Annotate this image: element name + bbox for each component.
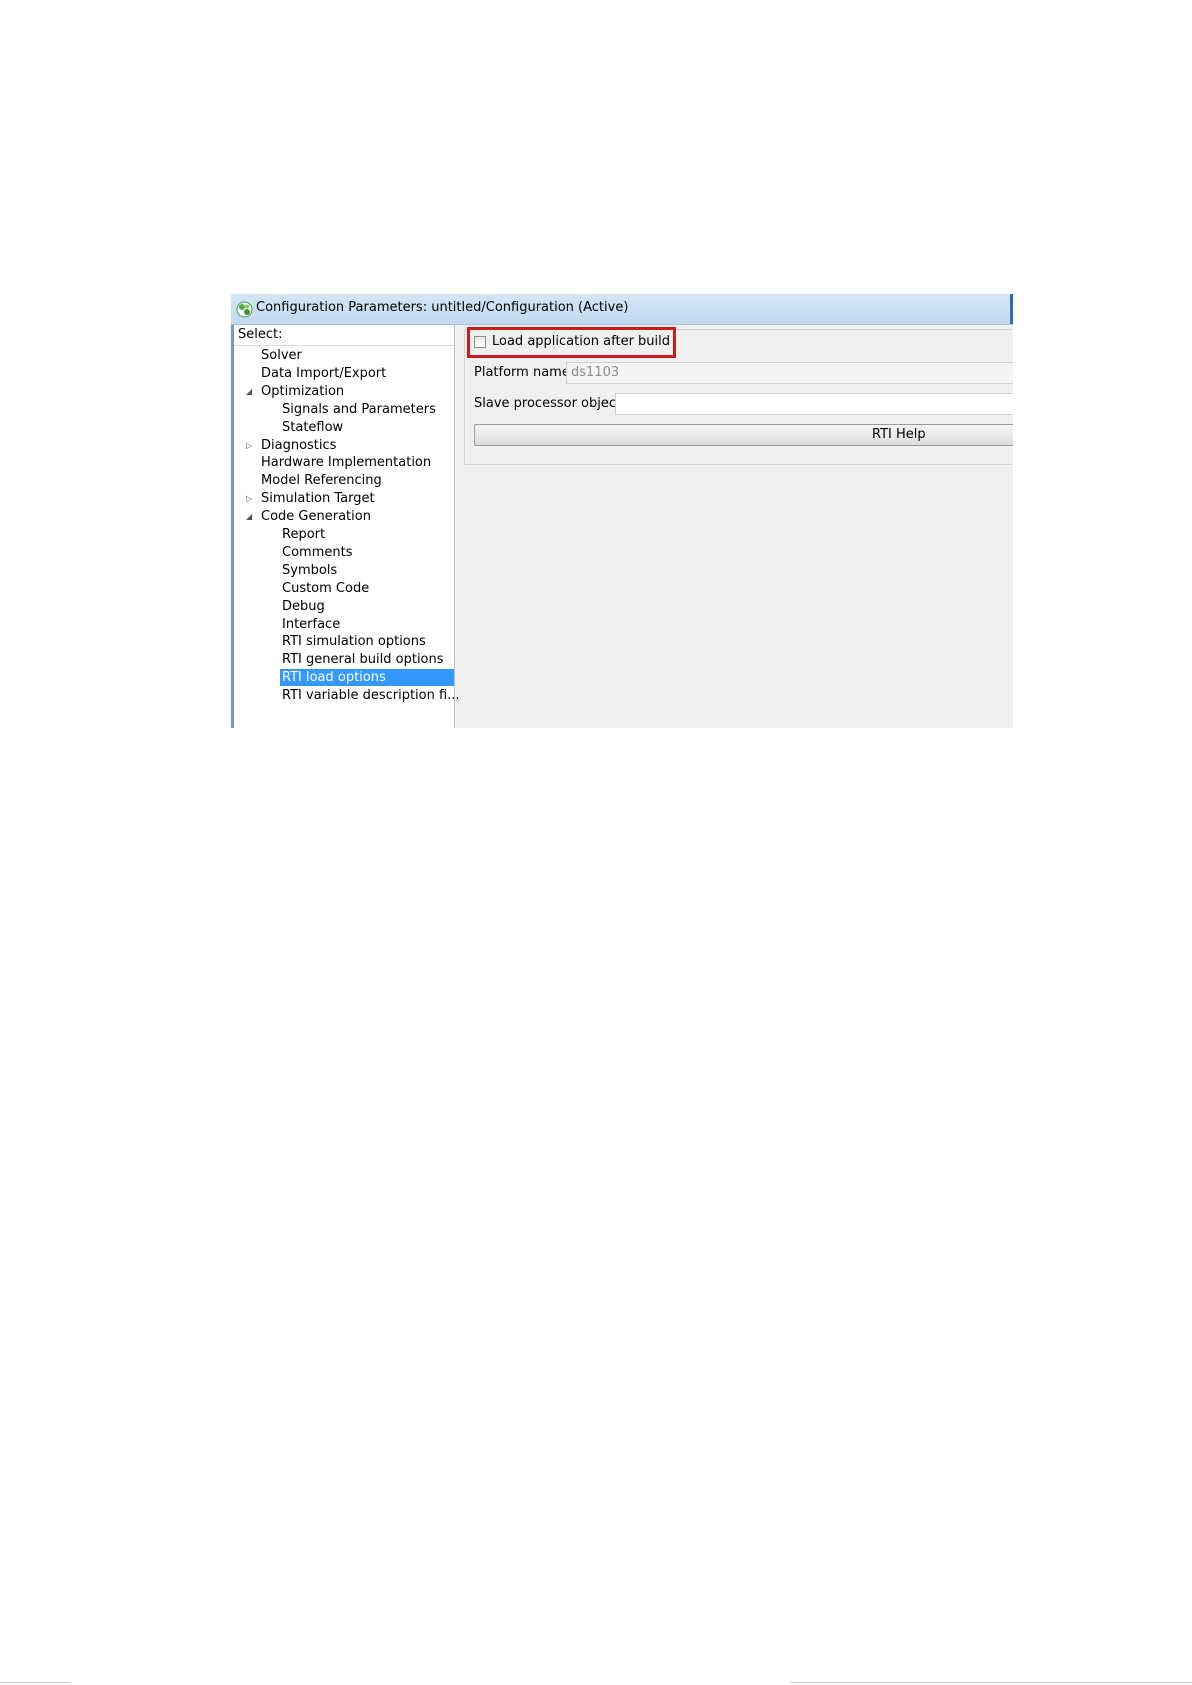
tree-item-rti-load-options[interactable]: RTI load options (280, 669, 454, 686)
config-parameters-window: Configuration Parameters: untitled/Confi… (231, 294, 1013, 728)
tree-item-optimization[interactable]: Optimization (259, 383, 346, 400)
tree-item-simulation-target[interactable]: Simulation Target (259, 490, 377, 507)
tree-item-stateflow[interactable]: Stateflow (280, 419, 345, 436)
tree-item-report[interactable]: Report (280, 526, 327, 543)
tree-item-diagnostics[interactable]: Diagnostics (259, 437, 338, 454)
tree-item-data-import-export[interactable]: Data Import/Export (259, 365, 388, 382)
title-bar: Configuration Parameters: untitled/Confi… (231, 294, 1013, 325)
simulink-app-icon (236, 301, 253, 318)
collapsed-triangle-icon[interactable]: ▷ (246, 490, 254, 507)
select-label: Select: (238, 327, 283, 342)
tree-item-hardware-implementation[interactable]: Hardware Implementation (259, 454, 433, 471)
tree-item-code-generation[interactable]: Code Generation (259, 508, 373, 525)
expanded-triangle-icon[interactable]: ◢ (246, 508, 254, 525)
rti-help-button[interactable]: RTI Help (474, 424, 1013, 446)
slave-processor-field[interactable] (615, 393, 1013, 415)
tree-item-debug[interactable]: Debug (280, 598, 327, 615)
tree-item-symbols[interactable]: Symbols (280, 562, 339, 579)
category-tree-panel: Select: Solver Data Import/Export ◢ Optimiz… (231, 325, 460, 728)
rti-help-button-label: RTI Help (872, 427, 926, 442)
divider (234, 345, 454, 346)
slave-processor-label: Slave processor object: (474, 396, 626, 411)
tree-item-custom-code[interactable]: Custom Code (280, 580, 371, 597)
tree-item-model-referencing[interactable]: Model Referencing (259, 472, 384, 489)
collapsed-triangle-icon[interactable]: ▷ (246, 437, 254, 454)
tree-item-interface[interactable]: Interface (280, 616, 342, 633)
page-border-left (0, 1682, 70, 1683)
platform-name-field: ds1103 (566, 362, 1013, 384)
expanded-triangle-icon[interactable]: ◢ (246, 383, 254, 400)
window-title: Configuration Parameters: untitled/Confi… (256, 300, 629, 315)
tree-item-rti-general-build-options[interactable]: RTI general build options (280, 651, 446, 668)
platform-name-label: Platform name: (474, 365, 575, 380)
tree-item-comments[interactable]: Comments (280, 544, 354, 561)
tree-item-rti-simulation-options[interactable]: RTI simulation options (280, 633, 428, 650)
window-edge (1010, 294, 1013, 324)
highlight-annotation (467, 327, 676, 358)
tree-item-rti-variable-description-fi[interactable]: RTI variable description fi... (280, 687, 462, 704)
page-border-right (790, 1682, 1192, 1683)
tree-item-signals-and-parameters[interactable]: Signals and Parameters (280, 401, 438, 418)
options-panel: Load application after build Platform na… (459, 325, 1013, 728)
tree-item-solver[interactable]: Solver (259, 347, 304, 364)
